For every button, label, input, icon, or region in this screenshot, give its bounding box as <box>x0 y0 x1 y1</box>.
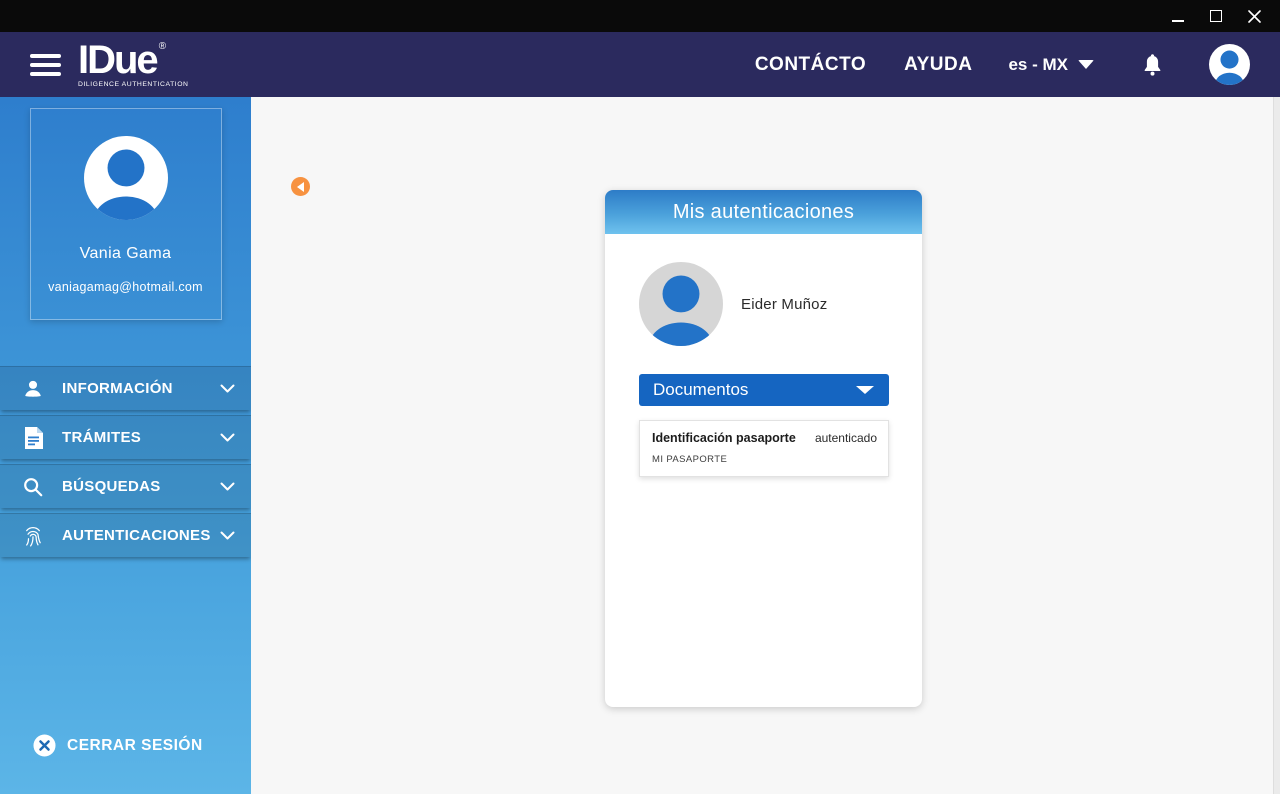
profile-name: Vania Gama <box>80 245 172 263</box>
sidebar-item-tramites[interactable]: TRÁMITES <box>0 415 251 459</box>
nav-ayuda-link[interactable]: AYUDA <box>904 54 972 76</box>
user-avatar[interactable] <box>1209 44 1250 85</box>
profile-avatar <box>84 136 168 220</box>
person-avatar <box>639 262 723 346</box>
sidebar-profile-card: Vania Gama vaniagamag@hotmail.com <box>30 108 222 320</box>
logout-label: CERRAR SESIÓN <box>67 737 203 755</box>
close-icon <box>1248 10 1261 23</box>
document-icon <box>21 427 45 449</box>
fingerprint-icon <box>21 525 45 547</box>
chevron-down-icon <box>1078 60 1094 69</box>
search-icon <box>21 476 45 498</box>
sidebar-item-label: BÚSQUEDAS <box>62 478 161 495</box>
minimize-button[interactable] <box>1170 8 1186 24</box>
collapse-sidebar-button[interactable] <box>291 177 310 196</box>
chevron-down-icon <box>220 384 235 393</box>
language-selector[interactable]: es - MX <box>1008 55 1094 75</box>
documents-dropdown-button[interactable]: Documentos <box>639 374 889 406</box>
profile-email: vaniagamag@hotmail.com <box>48 280 203 294</box>
arrow-left-icon <box>297 182 304 192</box>
document-title: Identificación pasaporte <box>652 431 796 445</box>
app-header: IDue ® DILIGENCE AUTHENTICATION CONTÁCTO… <box>0 32 1280 97</box>
sidebar-item-label: AUTENTICACIONES <box>62 527 211 544</box>
registered-mark: ® <box>159 42 166 52</box>
document-subtitle: MI PASAPORTE <box>652 454 877 465</box>
nav-contacto-link[interactable]: CONTÁCTO <box>755 54 866 76</box>
user-icon <box>21 378 45 400</box>
avatar-icon <box>1209 44 1250 85</box>
brand-tagline: DILIGENCE AUTHENTICATION <box>78 82 189 89</box>
card-title: Mis autenticaciones <box>673 201 854 224</box>
documents-dropdown-label: Documentos <box>653 380 748 400</box>
chevron-down-icon <box>220 433 235 442</box>
maximize-icon <box>1210 10 1222 22</box>
brand-logo: IDue ® DILIGENCE AUTHENTICATION <box>78 40 189 89</box>
hamburger-menu-icon[interactable] <box>30 54 61 76</box>
chevron-down-icon <box>220 482 235 491</box>
sidebar-item-informacion[interactable]: INFORMACIÓN <box>0 366 251 410</box>
vertical-scrollbar[interactable] <box>1273 97 1280 794</box>
card-header: Mis autenticaciones <box>605 190 922 234</box>
logout-button[interactable]: CERRAR SESIÓN <box>0 734 251 757</box>
document-list-item[interactable]: Identificación pasaporte autenticado MI … <box>639 420 889 477</box>
dropdown-triangle-icon <box>856 386 874 394</box>
sidebar-item-autenticaciones[interactable]: AUTENTICACIONES <box>0 513 251 557</box>
brand-name: IDue <box>78 40 157 80</box>
close-circle-icon <box>33 734 56 757</box>
main-content: Mis autenticaciones Eider <box>251 97 1280 794</box>
window-titlebar <box>0 0 1280 32</box>
document-status: autenticado <box>815 431 877 445</box>
sidebar-item-label: INFORMACIÓN <box>62 380 173 397</box>
minimize-icon <box>1172 20 1184 22</box>
sidebar: Vania Gama vaniagamag@hotmail.com INFORM… <box>0 97 251 794</box>
sidebar-item-label: TRÁMITES <box>62 429 141 446</box>
language-value: es - MX <box>1008 55 1068 75</box>
chevron-down-icon <box>220 531 235 540</box>
maximize-button[interactable] <box>1208 8 1224 24</box>
authentications-card: Mis autenticaciones Eider <box>605 190 922 707</box>
bell-icon <box>1142 53 1163 77</box>
sidebar-menu: INFORMACIÓN TRÁMITES BÚSQUEDAS <box>0 366 251 562</box>
notifications-bell-button[interactable] <box>1142 53 1163 77</box>
person-name: Eider Muñoz <box>741 296 827 313</box>
sidebar-item-busquedas[interactable]: BÚSQUEDAS <box>0 464 251 508</box>
person-row: Eider Muñoz <box>639 262 889 346</box>
close-button[interactable] <box>1246 8 1262 24</box>
